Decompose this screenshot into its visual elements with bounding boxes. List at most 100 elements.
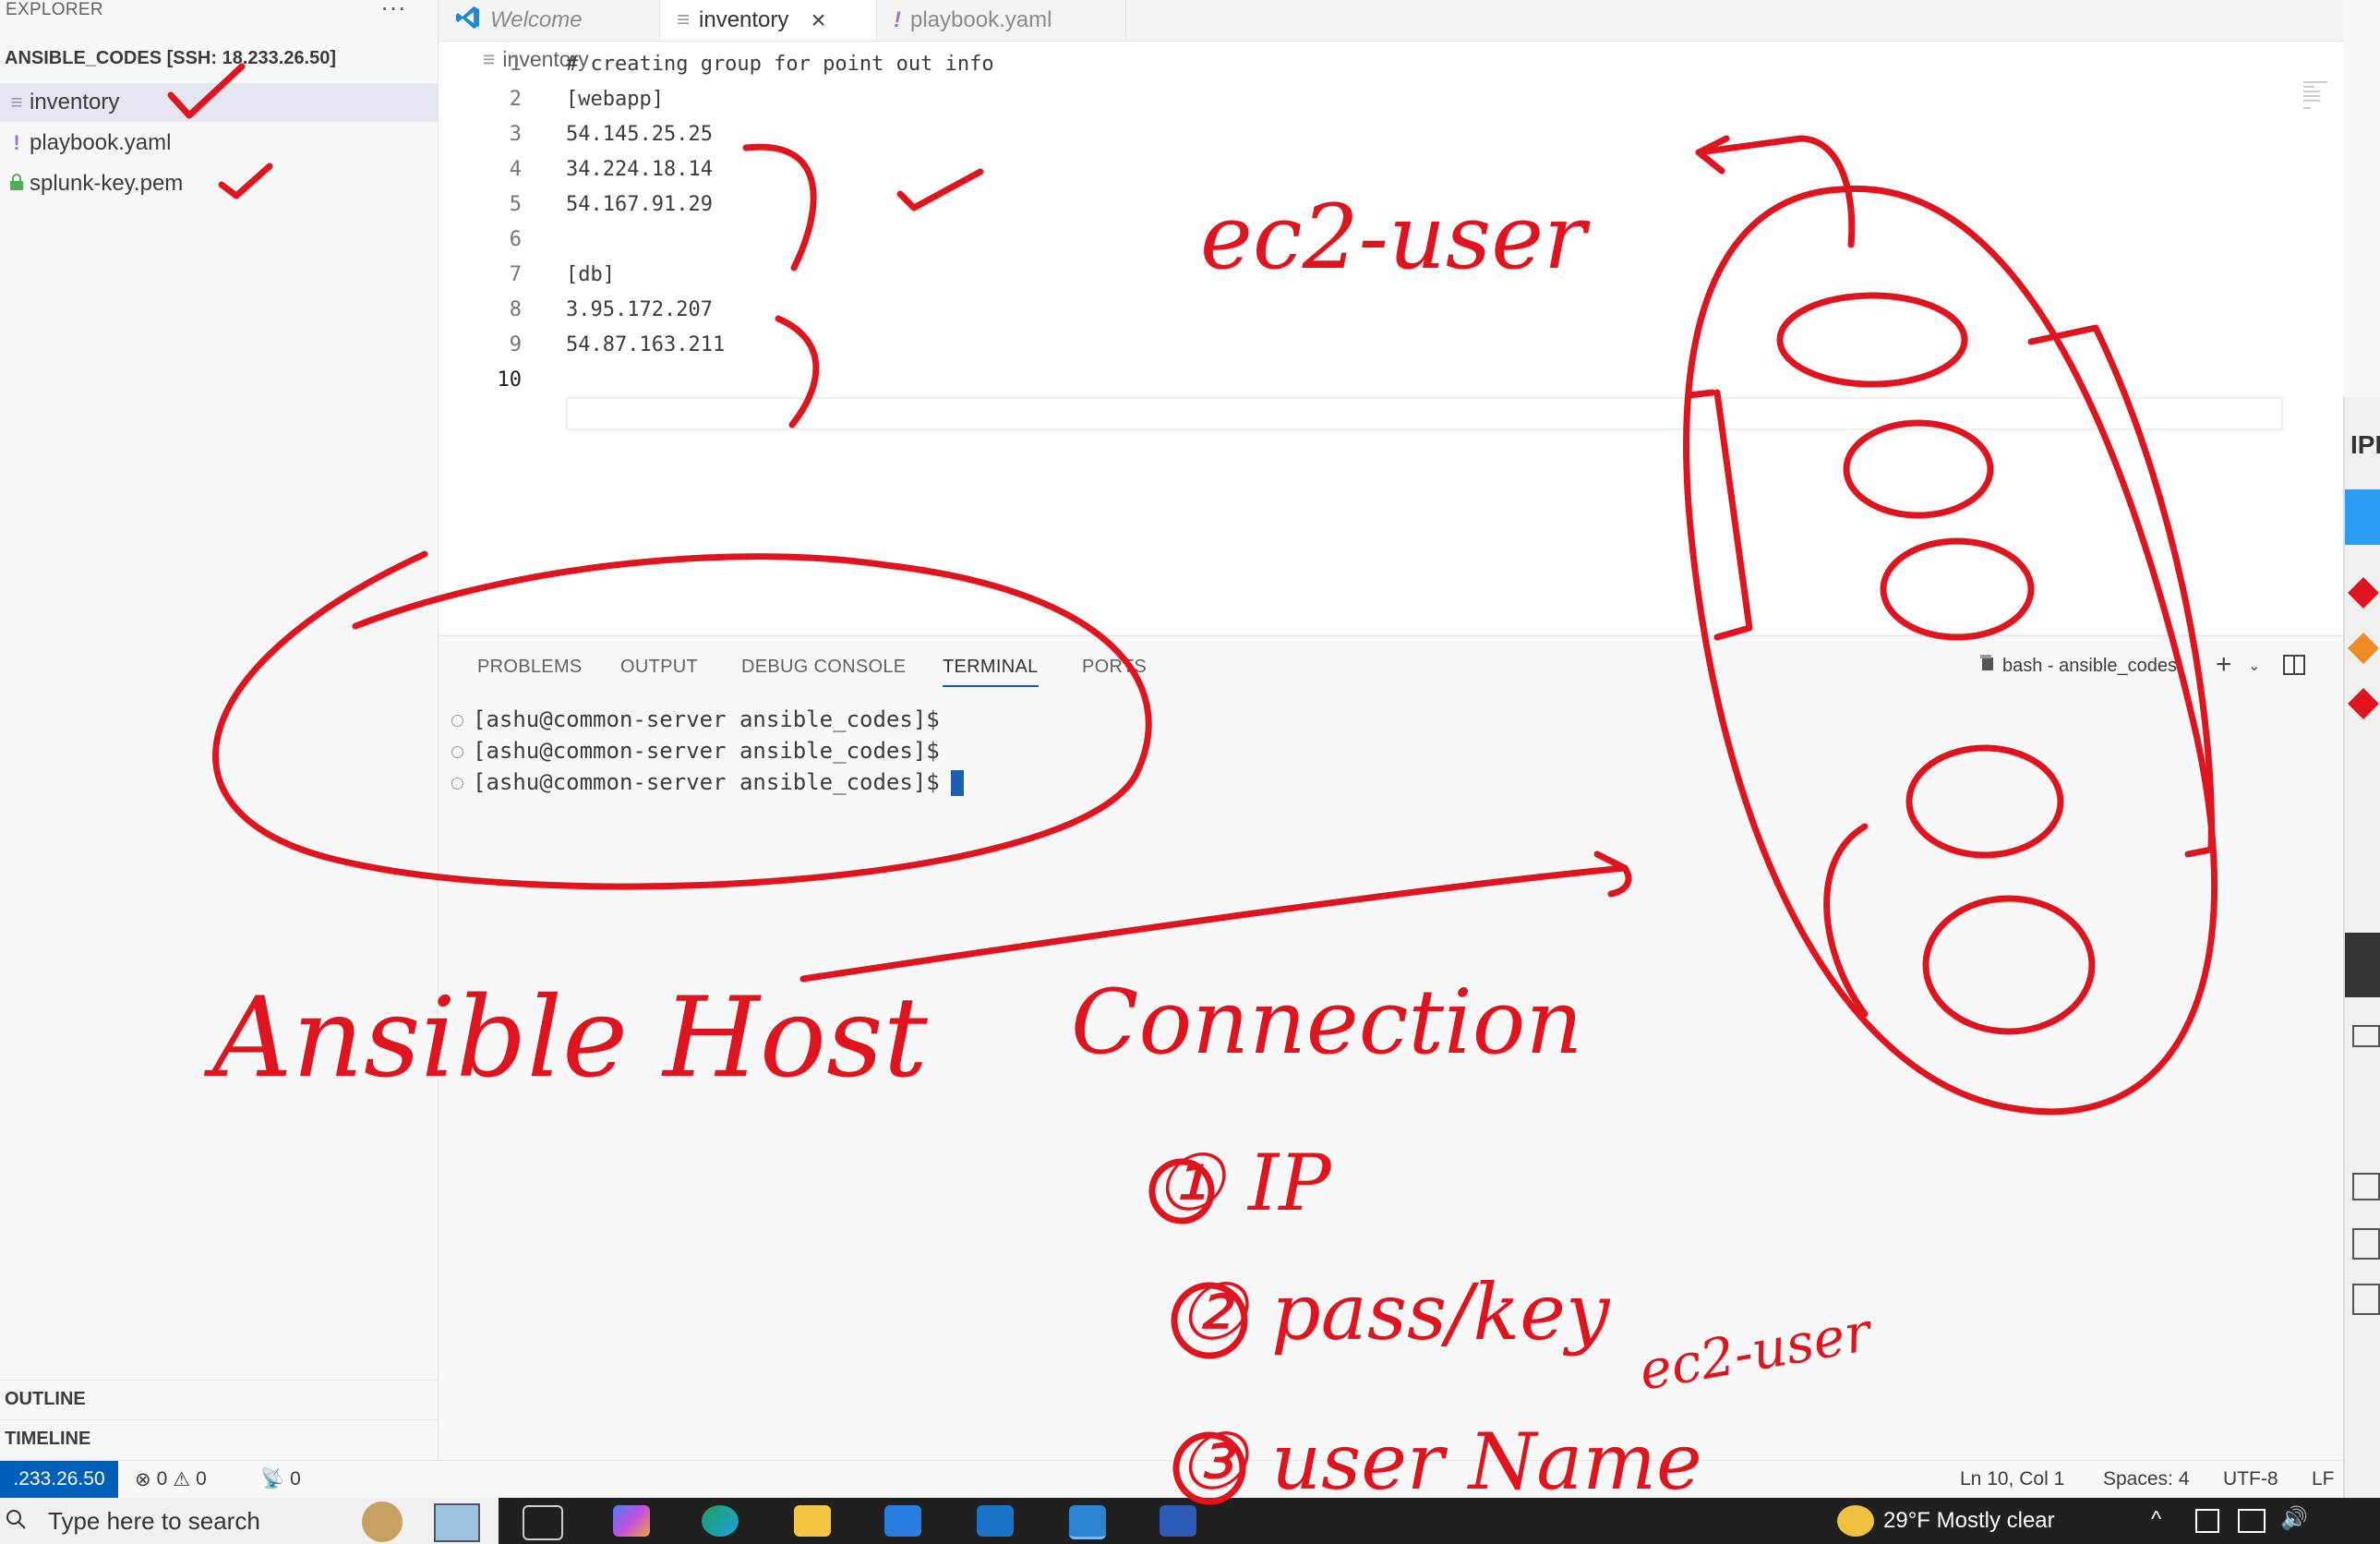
warning-icon: ⚠ (173, 1469, 191, 1490)
line-number: 5 (509, 193, 522, 216)
status-bar: .233.26.50 ⊗ 0 ⚠ 0 📡 0 Ln 10, Col 1 Spaces:… (0, 1460, 2343, 1498)
workspace-folder[interactable]: ANSIBLE_CODES [SSH: 18.233.26.50] (5, 48, 336, 69)
code-line: 54.87.163.211 (566, 333, 726, 356)
tray-chevron-icon[interactable]: ^ (2151, 1507, 2161, 1533)
code-line: # creating group for point out info (566, 53, 994, 76)
terminal-text: [ashu@common-server ansible_codes]$ (473, 769, 940, 795)
powershell-icon[interactable] (1160, 1505, 1196, 1537)
add-terminal-icon[interactable]: + (2216, 649, 2232, 681)
terminal-line[interactable]: [ashu@common-server ansible_codes]$ (451, 769, 964, 796)
volume-icon[interactable]: 🔊 (2280, 1505, 2308, 1532)
terminal-text: [ashu@common-server ansible_codes]$ (473, 738, 940, 764)
line-number: 9 (509, 333, 522, 356)
windows-taskbar: Type here to search 29°F Mostly clear ^ … (0, 1498, 2380, 1544)
code-line: 3.95.172.207 (566, 298, 713, 321)
meet-now-icon[interactable] (2195, 1509, 2219, 1533)
tab-label: Welcome (490, 7, 583, 32)
line-ending[interactable]: LF (2312, 1468, 2335, 1490)
yaml-file-icon: ! (894, 7, 901, 32)
error-count: 0 (156, 1468, 168, 1490)
pointer-tool-button[interactable] (2345, 933, 2380, 997)
orange-pen-icon[interactable] (2348, 633, 2379, 664)
edge-icon[interactable] (702, 1505, 739, 1537)
tab-welcome[interactable]: Welcome (439, 0, 660, 41)
tab-problems[interactable]: PROBLEMS (477, 657, 583, 678)
vscode-logo-icon (455, 5, 481, 37)
indentation[interactable]: Spaces: 4 (2103, 1468, 2189, 1490)
copilot-icon[interactable] (613, 1505, 650, 1537)
more-actions-icon[interactable]: ··· (380, 0, 406, 22)
highlighter-icon[interactable] (2348, 688, 2379, 719)
terminal-line[interactable]: [ashu@common-server ansible_codes]$ (451, 738, 940, 764)
tab-debug-console[interactable]: DEBUG CONSOLE (741, 657, 906, 678)
file-explorer-icon[interactable] (794, 1505, 831, 1537)
terminal-cursor (950, 770, 964, 796)
tab-ports[interactable]: PORTS (1082, 657, 1147, 678)
file-item-playbook[interactable]: ! playbook.yaml (0, 124, 438, 163)
explorer-header: EXPLORER (6, 0, 103, 19)
terminal-line[interactable]: [ashu@common-server ansible_codes]$ (451, 706, 940, 732)
line-number: 2 (509, 88, 522, 111)
search-highlight-icon (362, 1502, 403, 1542)
minimap[interactable] (2303, 78, 2327, 115)
timeline-section[interactable]: TIMELINE (0, 1419, 438, 1458)
taskbar-search[interactable]: Type here to search (0, 1498, 499, 1544)
task-view-icon[interactable] (523, 1505, 563, 1540)
split-terminal-icon[interactable] (2283, 655, 2305, 680)
news-icon (434, 1503, 480, 1542)
tab-label: inventory (699, 7, 789, 32)
tab-playbook[interactable]: ! playbook.yaml (877, 0, 1126, 41)
cursor-position[interactable]: Ln 10, Col 1 (1960, 1468, 2064, 1490)
weather-widget[interactable]: 29°F Mostly clear (1837, 1505, 2055, 1537)
line-number: 7 (509, 263, 522, 286)
screenshot-icon[interactable] (2352, 1228, 2380, 1260)
code-line: 54.167.91.29 (566, 193, 713, 216)
weather-icon (1837, 1505, 1874, 1537)
weather-text: 29°F Mostly clear (1883, 1508, 2055, 1533)
code-line: 54.145.25.25 (566, 123, 713, 146)
encoding[interactable]: UTF-8 (2223, 1468, 2278, 1490)
vscode-taskbar-icon[interactable] (1069, 1505, 1106, 1539)
network-icon[interactable] (2238, 1509, 2266, 1533)
ports-status[interactable]: 📡 0 (260, 1468, 301, 1490)
file-label: inventory (30, 90, 120, 115)
search-placeholder: Type here to search (48, 1506, 260, 1535)
outline-section[interactable]: OUTLINE (0, 1380, 438, 1418)
command-decoration-icon (451, 777, 463, 790)
code-line: 34.224.18.14 (566, 158, 713, 181)
file-item-splunk-key[interactable]: splunk-key.pem (0, 164, 438, 203)
terminal-text: [ashu@common-server ansible_codes]$ (473, 706, 940, 732)
command-decoration-icon (451, 745, 463, 758)
toolbox-icon[interactable] (2352, 1025, 2380, 1047)
chevron-down-icon[interactable]: ⌄ (2248, 657, 2260, 675)
line-number: 1 (509, 53, 522, 76)
terminal-instance[interactable]: bash - ansible_codes (1980, 655, 2177, 677)
terminal-panel: PROBLEMS OUTPUT DEBUG CONSOLE TERMINAL P… (439, 635, 2343, 1461)
pen-tool-button[interactable] (2345, 489, 2380, 545)
tab-terminal[interactable]: TERMINAL (943, 657, 1039, 687)
terminal-icon (1980, 655, 1995, 677)
line-number: 8 (509, 298, 522, 321)
radio-tower-icon: 📡 (260, 1468, 285, 1490)
yaml-file-icon: ! (13, 131, 20, 154)
trash-icon[interactable] (2352, 1173, 2380, 1200)
current-line-highlight (566, 397, 2283, 430)
file-item-inventory[interactable]: ≡ inventory (0, 83, 438, 122)
problems-status[interactable]: ⊗ 0 ⚠ 0 (135, 1468, 207, 1491)
tab-inventory[interactable]: ≡ inventory × (660, 0, 877, 41)
ipe-label: IPE (2350, 430, 2380, 459)
red-pen-icon[interactable] (2348, 577, 2379, 609)
whiteboard-icon[interactable] (2352, 1284, 2380, 1315)
store-icon[interactable] (884, 1505, 921, 1537)
tab-label: playbook.yaml (910, 7, 1052, 32)
terminal-name: bash - ansible_codes (2002, 655, 2178, 676)
warning-count: 0 (196, 1468, 207, 1490)
command-decoration-icon (451, 714, 463, 727)
code-editor[interactable]: ≡ inventory 1 # creating group for point … (439, 42, 2343, 633)
mail-icon[interactable] (977, 1505, 1014, 1537)
tab-output[interactable]: OUTPUT (620, 657, 698, 678)
remote-indicator[interactable]: .233.26.50 (0, 1461, 118, 1498)
close-icon[interactable]: × (811, 6, 825, 35)
ipe-toolbar: IPE (2343, 397, 2380, 1544)
line-number: 10 (497, 368, 523, 392)
